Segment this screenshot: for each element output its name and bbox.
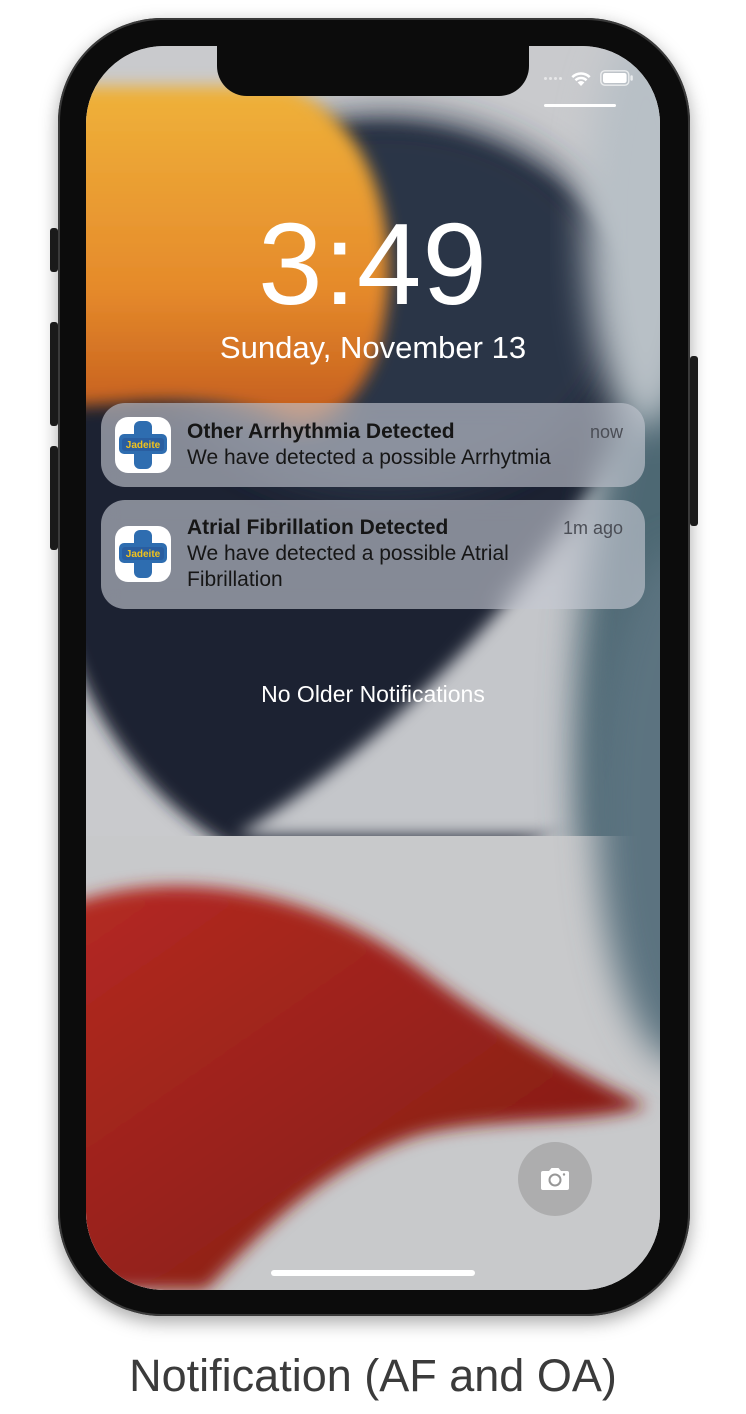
notification-card[interactable]: Jadeite Atrial Fibrillation Detected 1m … xyxy=(101,500,645,609)
wifi-icon xyxy=(571,71,591,86)
volume-up-button xyxy=(50,322,58,426)
notification-body: We have detected a possible Atrial Fibri… xyxy=(187,542,509,591)
figure-caption: Notification (AF and OA) xyxy=(129,1350,617,1401)
app-icon-label: Jadeite xyxy=(126,549,161,560)
no-older-notifications-label: No Older Notifications xyxy=(261,681,485,707)
notification-time: now xyxy=(589,422,623,442)
notification-card[interactable]: Jadeite Other Arrhythmia Detected now We… xyxy=(101,403,645,487)
lock-screen-date: Sunday, November 13 xyxy=(219,330,527,365)
jadeite-app-icon: Jadeite xyxy=(115,526,171,582)
camera-button[interactable] xyxy=(518,1142,592,1216)
cellular-dots-icon xyxy=(544,76,562,80)
status-bar xyxy=(544,68,634,88)
notification-title: Other Arrhythmia Detected xyxy=(187,420,455,443)
silent-switch xyxy=(50,228,58,272)
battery-icon xyxy=(600,70,633,86)
jadeite-app-icon: Jadeite xyxy=(115,417,171,473)
notification-time: 1m ago xyxy=(562,518,623,538)
power-button xyxy=(690,356,698,526)
app-icon-label: Jadeite xyxy=(126,440,161,451)
camera-icon xyxy=(541,1168,569,1190)
notification-body: We have detected a possible Arrhytmia xyxy=(187,446,551,469)
control-center-handle[interactable] xyxy=(544,104,616,107)
home-indicator[interactable] xyxy=(271,1270,475,1276)
notch xyxy=(217,46,529,96)
lock-screen-time: 3:49 xyxy=(258,199,488,329)
notification-title: Atrial Fibrillation Detected xyxy=(187,516,449,539)
volume-down-button xyxy=(50,446,58,550)
lock-screen: 3:49 Sunday, November 13 Jadeite Other A… xyxy=(86,46,660,1290)
